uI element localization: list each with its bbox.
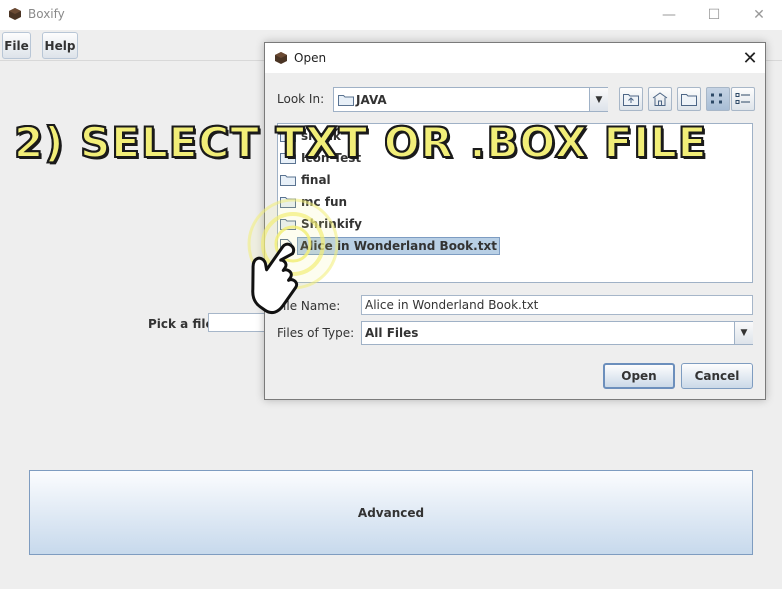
folder-icon <box>338 95 354 106</box>
new-folder-button[interactable] <box>677 87 701 111</box>
menu-help[interactable]: Help <box>42 32 78 59</box>
up-folder-icon <box>623 94 639 106</box>
look-in-value: JAVA <box>356 93 387 107</box>
chevron-down-icon[interactable]: ▼ <box>734 322 753 344</box>
app-icon <box>275 52 287 64</box>
details-view-icon <box>735 93 750 104</box>
look-in-combo[interactable]: JAVA ▼ <box>333 87 608 112</box>
dialog-titlebar: Open ✕ <box>265 43 765 73</box>
new-folder-icon <box>681 94 697 106</box>
list-item[interactable]: final <box>280 170 331 190</box>
minimize-button[interactable]: — <box>646 0 692 30</box>
home-button[interactable] <box>648 87 672 111</box>
files-of-type-combo[interactable]: All Files ▼ <box>361 321 753 345</box>
list-view-button[interactable] <box>706 87 730 111</box>
menu-file[interactable]: File <box>2 32 31 59</box>
cancel-button[interactable]: Cancel <box>681 363 753 389</box>
tutorial-caption: 2) SELECT TXT OR .BOX FILE <box>13 117 708 168</box>
dialog-title: Open <box>294 51 327 65</box>
files-of-type-value: All Files <box>365 326 419 340</box>
list-view-icon <box>711 93 722 104</box>
details-view-button[interactable] <box>731 87 755 111</box>
dialog-close-button[interactable]: ✕ <box>739 47 761 69</box>
folder-icon <box>280 175 296 186</box>
up-folder-button[interactable] <box>619 87 643 111</box>
window-title: Boxify <box>28 7 65 21</box>
pick-file-label: Pick a file <box>148 317 214 331</box>
maximize-button[interactable]: ☐ <box>691 0 737 30</box>
advanced-button[interactable]: Advanced <box>29 470 753 555</box>
window-titlebar: Boxify — ☐ ✕ <box>0 0 782 30</box>
app-icon <box>9 8 21 20</box>
look-in-label: Look In: <box>277 92 325 106</box>
close-button[interactable]: ✕ <box>736 0 782 30</box>
open-button[interactable]: Open <box>603 363 675 389</box>
files-of-type-label: Files of Type: <box>277 326 355 340</box>
home-icon <box>652 92 668 106</box>
hand-cursor-icon <box>251 242 299 315</box>
file-name-input[interactable]: Alice in Wonderland Book.txt <box>361 295 753 315</box>
chevron-down-icon[interactable]: ▼ <box>589 88 608 111</box>
